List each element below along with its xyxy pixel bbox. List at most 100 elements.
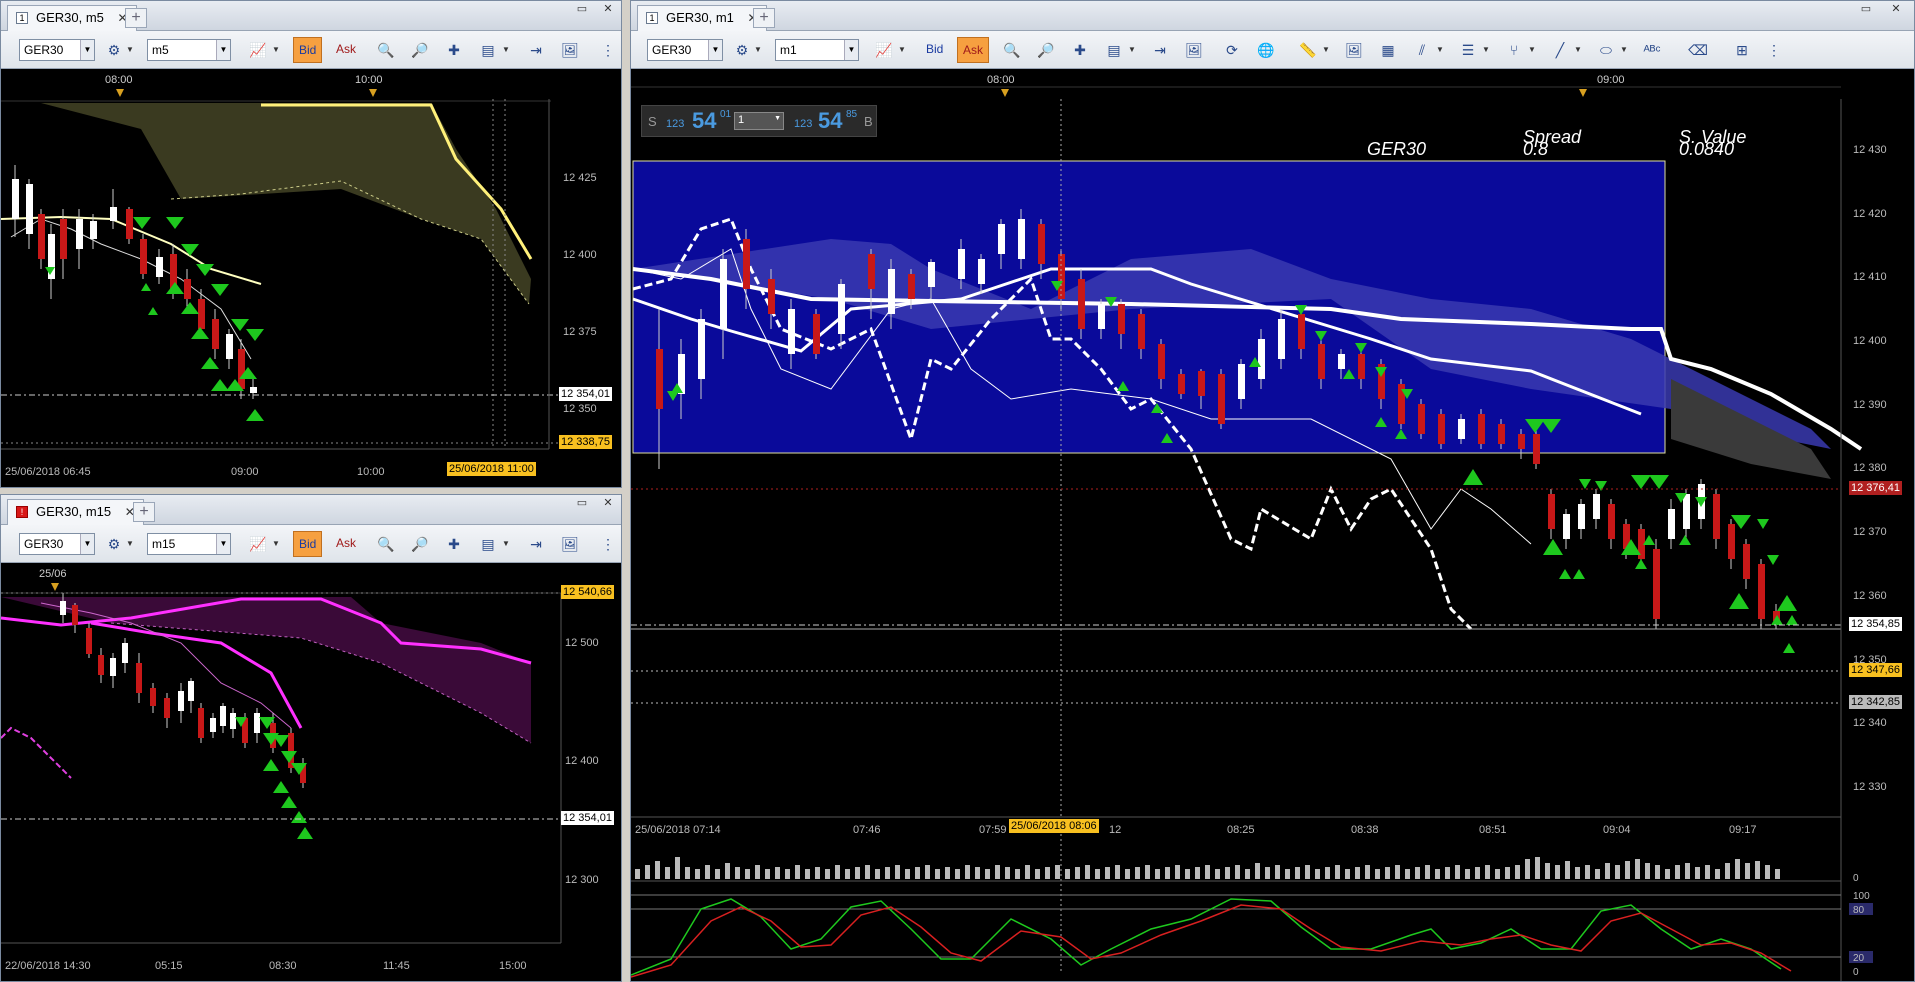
chevron-down-icon[interactable]: ▼ xyxy=(774,115,781,122)
toolbar-overflow-icon[interactable]: ⋮ xyxy=(1763,39,1785,61)
eraser-icon[interactable]: ⌫ xyxy=(1687,39,1709,61)
period-separator-icon[interactable]: ▤ xyxy=(1103,39,1125,61)
crosshair-icon[interactable]: ✚ xyxy=(443,533,465,555)
bid-button[interactable]: Bid xyxy=(921,37,948,63)
refresh-icon[interactable]: ⟳ xyxy=(1221,39,1243,61)
close-window-button[interactable]: ✕ xyxy=(599,4,617,17)
buy-small-price[interactable]: 123 xyxy=(794,118,812,130)
indicator-icon[interactable]: ⚙ xyxy=(103,39,125,61)
chart-canvas[interactable]: 25/06 12 500 12 400 12 300 22/06/2018 14… xyxy=(1,563,621,981)
buy-big-price[interactable]: 54 xyxy=(818,108,842,134)
autoscroll-icon[interactable]: ⇥ xyxy=(525,39,547,61)
autoscroll-icon[interactable]: ⇥ xyxy=(1149,39,1171,61)
top-time-markers: 08:00 09:00 xyxy=(987,74,1625,97)
candles xyxy=(12,165,257,399)
chart-window-m5[interactable]: 1 GER30, m5 ✕ + ▭ ✕ GER30 ▼ ⚙ ▼ m5 ▼ 📈 ▼ B… xyxy=(0,0,622,488)
image-icon[interactable]: 🖼 xyxy=(1343,39,1365,61)
minimize-button[interactable]: ▭ xyxy=(573,4,591,17)
chevron-down-icon[interactable]: ▼ xyxy=(271,533,281,555)
chevron-down-icon[interactable]: ▼ xyxy=(1619,39,1629,61)
time-marker-icon xyxy=(1579,89,1587,97)
minimize-button[interactable]: ▭ xyxy=(1857,4,1875,17)
buy-label[interactable]: B xyxy=(864,114,873,129)
toolbar-overflow-icon[interactable]: ⋮ xyxy=(597,533,619,555)
time-label: 08:25 xyxy=(1227,824,1255,836)
zoom-in-icon[interactable]: 🔍 xyxy=(375,533,397,555)
symbol-select[interactable]: GER30 ▼ xyxy=(19,533,95,555)
bid-button[interactable]: Bid xyxy=(293,37,323,63)
template-icon[interactable]: 🖼 xyxy=(559,39,581,61)
zoom-in-icon[interactable]: 🔍 xyxy=(1001,39,1023,61)
objects-icon[interactable]: ⊞ xyxy=(1731,39,1753,61)
candle-up xyxy=(978,259,985,284)
crosshair-icon[interactable]: ✚ xyxy=(1069,39,1091,61)
minimize-button[interactable]: ▭ xyxy=(573,498,591,511)
template-icon[interactable]: 🖼 xyxy=(559,533,581,555)
chart-type-icon[interactable]: 📈 xyxy=(247,39,269,61)
candle-down xyxy=(198,299,205,329)
chart-type-icon[interactable]: 📈 xyxy=(873,39,895,61)
add-tab-button[interactable]: + xyxy=(753,8,775,28)
sell-label[interactable]: S xyxy=(648,114,657,129)
timeframe-select[interactable]: m5 ▼ xyxy=(147,39,231,61)
chevron-down-icon[interactable]: ▼ xyxy=(125,533,135,555)
chart-canvas[interactable]: 08:00 09:00 12 430 12 420 12 410 12 400 … xyxy=(631,69,1914,981)
chart-type-icon[interactable]: 📈 xyxy=(247,533,269,555)
chevron-down-icon[interactable]: ▼ xyxy=(753,39,763,61)
indicator-icon[interactable]: ⚙ xyxy=(103,533,125,555)
zoom-out-icon[interactable]: 🔎 xyxy=(409,39,431,61)
chevron-down-icon[interactable]: ▼ xyxy=(501,39,511,61)
bid-button[interactable]: Bid xyxy=(293,531,323,557)
add-tab-button[interactable]: + xyxy=(125,8,147,28)
sell-big-price[interactable]: 54 xyxy=(692,108,716,134)
tab-ger30-m15[interactable]: ! GER30, m15 ✕ xyxy=(7,499,144,525)
chevron-down-icon[interactable]: ▼ xyxy=(1321,39,1331,61)
symbol-select[interactable]: GER30 ▼ xyxy=(19,39,95,61)
chevron-down-icon[interactable]: ▼ xyxy=(897,39,907,61)
candle-down xyxy=(38,214,45,259)
ask-button[interactable]: Ask xyxy=(957,37,990,63)
zoom-in-icon[interactable]: 🔍 xyxy=(375,39,397,61)
chevron-down-icon[interactable]: ▼ xyxy=(1435,39,1445,61)
chevron-down-icon[interactable]: ▼ xyxy=(1481,39,1491,61)
tab-ger30-m5[interactable]: 1 GER30, m5 ✕ xyxy=(7,5,137,31)
quantity-input[interactable]: 1 ▼ xyxy=(734,112,784,130)
chart-canvas[interactable]: 08:00 10:00 12 425 12 400 12 375 12 350 … xyxy=(1,69,621,487)
zoom-out-icon[interactable]: 🔎 xyxy=(1035,39,1057,61)
period-separator-icon[interactable]: ▤ xyxy=(477,39,499,61)
crosshair-icon[interactable]: ✚ xyxy=(443,39,465,61)
trendline-icon[interactable]: ╱ xyxy=(1549,39,1571,61)
chevron-down-icon[interactable]: ▼ xyxy=(1573,39,1583,61)
pitchfork-icon[interactable]: ⑂ xyxy=(1503,39,1525,61)
close-window-button[interactable]: ✕ xyxy=(1887,4,1905,17)
tab-ger30-m1[interactable]: 1 GER30, m1 ✕ xyxy=(637,5,767,31)
timeframe-select[interactable]: m1 ▼ xyxy=(775,39,859,61)
fibonacci-icon[interactable]: ⫽ xyxy=(1411,39,1433,61)
add-tab-button[interactable]: + xyxy=(133,502,155,522)
ask-button[interactable]: Ask xyxy=(331,37,361,63)
template-icon[interactable]: 🖼 xyxy=(1183,39,1205,61)
indicator-icon[interactable]: ⚙ xyxy=(731,39,753,61)
chevron-down-icon[interactable]: ▼ xyxy=(125,39,135,61)
ruler-icon[interactable]: 📏 xyxy=(1297,39,1319,61)
chevron-down-icon[interactable]: ▼ xyxy=(1127,39,1137,61)
chart-window-m15[interactable]: ! GER30, m15 ✕ + ▭ ✕ GER30 ▼ ⚙ ▼ m15 ▼ 📈 ▼… xyxy=(0,494,622,982)
ask-button[interactable]: Ask xyxy=(331,531,361,557)
chevron-down-icon[interactable]: ▼ xyxy=(1527,39,1537,61)
ellipse-icon[interactable]: ⬭ xyxy=(1595,39,1617,61)
chevron-down-icon[interactable]: ▼ xyxy=(501,533,511,555)
globe-icon[interactable]: 🌐 xyxy=(1255,39,1277,61)
lines-icon[interactable]: ☰ xyxy=(1457,39,1479,61)
autoscroll-icon[interactable]: ⇥ xyxy=(525,533,547,555)
chart-window-m1[interactable]: 1 GER30, m1 ✕ + ▭ ✕ GER30 ▼ ⚙ ▼ m1 ▼ 📈 ▼ B… xyxy=(630,0,1915,982)
zoom-out-icon[interactable]: 🔎 xyxy=(409,533,431,555)
toolbar-overflow-icon[interactable]: ⋮ xyxy=(597,39,619,61)
calculator-icon[interactable]: ▦ xyxy=(1377,39,1399,61)
text-tool-icon[interactable]: ᴬᴮᶜ xyxy=(1641,39,1663,61)
close-window-button[interactable]: ✕ xyxy=(599,498,617,511)
symbol-select[interactable]: GER30 ▼ xyxy=(647,39,723,61)
period-separator-icon[interactable]: ▤ xyxy=(477,533,499,555)
chevron-down-icon[interactable]: ▼ xyxy=(271,39,281,61)
timeframe-select[interactable]: m15 ▼ xyxy=(147,533,231,555)
sell-small-price[interactable]: 123 xyxy=(666,118,684,130)
